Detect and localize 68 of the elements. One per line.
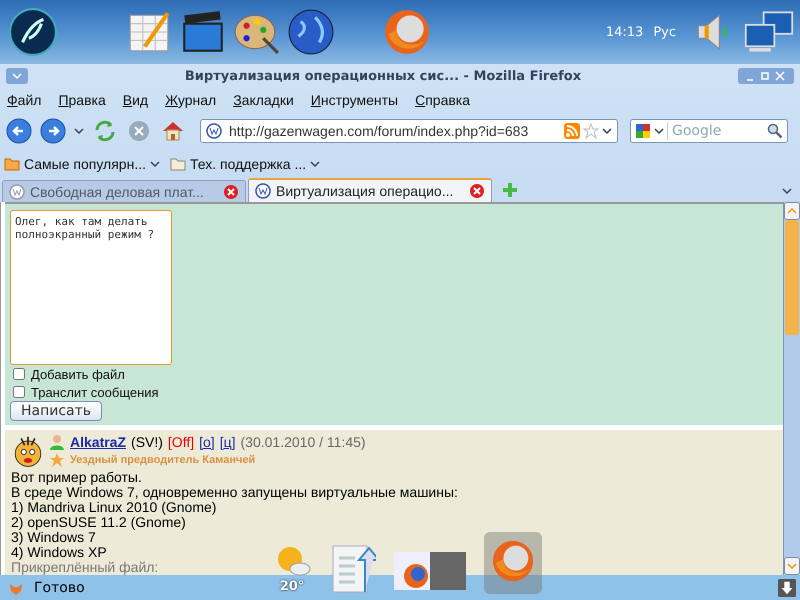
rss-feed-icon[interactable]	[564, 123, 580, 139]
checkbox-label: Добавить файл	[31, 366, 125, 382]
checkbox-label: Транслит сообщения	[31, 384, 159, 400]
post-text-line: 4) Windows XP	[11, 545, 108, 560]
firefox-icon[interactable]	[382, 7, 432, 57]
stop-icon[interactable]	[126, 118, 152, 144]
menu-item[interactable]: Инструменты	[310, 92, 398, 108]
bookmark-folder[interactable]: Тех. поддержка ...	[170, 156, 320, 172]
address-field[interactable]: http://gazenwagen.com/forum/index.php?id=683	[200, 119, 618, 143]
post-link[interactable]: [ц]	[220, 434, 236, 450]
bookmark-star-icon[interactable]	[583, 123, 599, 139]
online-status: [Off]	[168, 434, 194, 450]
engine-dropdown-icon[interactable]	[654, 128, 664, 134]
folder-icon	[170, 156, 186, 172]
post-text-line: В среде Windows 7, одновременно запущены виртуальные машины:	[11, 485, 459, 500]
firefox-window-drawing	[394, 552, 466, 590]
browser-tab[interactable]: Виртуализация операцио...	[248, 178, 492, 202]
window-menu-button[interactable]	[6, 68, 28, 84]
menu-item[interactable]: Справка	[415, 92, 470, 108]
site-logo-icon	[9, 184, 25, 200]
user-rank: Уездный предводитель Каманчей	[70, 454, 256, 466]
author-link[interactable]: AlkatraZ	[70, 434, 126, 450]
history-dropdown-icon[interactable]	[74, 128, 84, 134]
menu-item[interactable]: Закладки	[233, 92, 294, 108]
message-field[interactable]: Олег, как там делать полноэкранный режим ?	[10, 210, 172, 365]
forward-icon[interactable]	[40, 118, 66, 144]
star-icon	[49, 452, 65, 468]
window-controls[interactable]	[738, 68, 794, 84]
post-link[interactable]: [о]	[199, 434, 215, 450]
submit-button[interactable]: Написать	[10, 401, 102, 421]
globe-icon[interactable]	[286, 7, 336, 57]
search-engine-icon[interactable]	[635, 123, 651, 139]
author-tag: (SV!)	[131, 434, 163, 450]
back-icon[interactable]	[6, 118, 32, 144]
folder-icon	[4, 156, 20, 172]
user-icon	[49, 434, 65, 450]
post-text-line: 3) Windows 7	[11, 530, 97, 545]
site-logo-icon	[206, 123, 222, 139]
menu-item[interactable]: Вид	[122, 92, 148, 108]
status-text: Готово	[34, 580, 85, 596]
post-date: (30.01.2010 / 11:45)	[240, 434, 366, 450]
bookmark-folder[interactable]: Самые популярн...	[4, 156, 160, 172]
post-text-line: Вот пример работы.	[11, 470, 143, 485]
close-icon[interactable]	[469, 183, 485, 199]
close-icon[interactable]	[223, 184, 239, 200]
caret-icon	[12, 73, 22, 79]
menu-item[interactable]: Правка	[58, 92, 106, 108]
checkbox[interactable]	[13, 386, 25, 398]
menu-item[interactable]: Файл	[7, 92, 42, 108]
menu-item[interactable]: Журнал	[165, 92, 216, 108]
post-text-line: 1) Mandriva Linux 2010 (Gnome)	[11, 500, 216, 515]
search-bar[interactable]: Google	[630, 119, 788, 143]
tab-list-icon[interactable]	[782, 188, 792, 194]
search-icon[interactable]	[767, 123, 783, 139]
clock: 14:13	[606, 24, 644, 40]
document-upload-icon[interactable]	[330, 544, 376, 594]
url-dropdown-icon[interactable]	[602, 128, 612, 134]
attachment-label: Прикреплённый файл:	[11, 560, 160, 575]
caret-icon	[310, 161, 320, 167]
checkbox[interactable]	[13, 368, 25, 380]
site-logo-icon	[255, 183, 271, 199]
launcher-orb-icon[interactable]	[8, 7, 58, 57]
browser-tab[interactable]: Свободная деловая плат...	[2, 180, 246, 202]
post-text-line: 2) openSUSE 11.2 (Gnome)	[11, 515, 186, 530]
window-thumbnail[interactable]	[394, 552, 466, 590]
download-icon[interactable]	[778, 578, 796, 596]
caret-icon	[150, 161, 160, 167]
window-title: Виртуализация операционных сис... - Mozilla Firefox	[184, 68, 582, 84]
